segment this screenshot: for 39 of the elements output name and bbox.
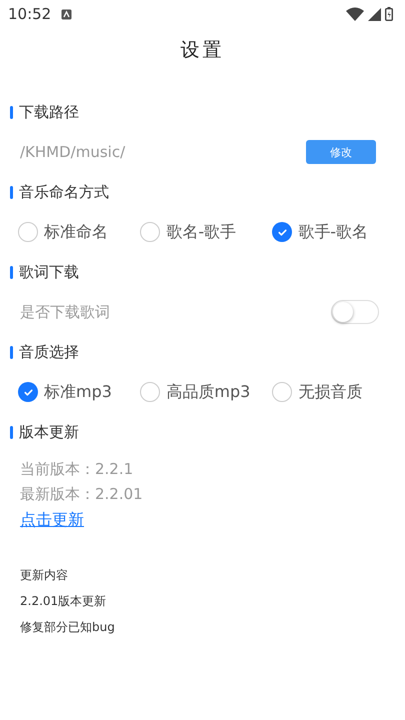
radio-label[interactable]: 高品质mp3 bbox=[166, 382, 250, 402]
toggle-switch[interactable] bbox=[331, 300, 379, 324]
section-heading: 歌词下载 bbox=[19, 262, 79, 282]
section-heading: 下载路径 bbox=[19, 102, 79, 122]
battery-icon bbox=[385, 7, 393, 21]
section-marker bbox=[10, 426, 13, 438]
section-heading: 音乐命名方式 bbox=[19, 182, 109, 202]
notification-icon bbox=[61, 8, 72, 20]
wifi-icon bbox=[346, 7, 364, 21]
download-path: /KHMD/music/ bbox=[20, 143, 126, 161]
radio-button[interactable] bbox=[18, 222, 38, 242]
section-heading: 音质选择 bbox=[19, 342, 79, 362]
radio-label[interactable]: 歌手-歌名 bbox=[298, 222, 368, 242]
update-note: 修复部分已知bug bbox=[20, 619, 116, 636]
update-link[interactable]: 点击更新 bbox=[20, 507, 84, 532]
current-version: 当前版本：2.2.1 bbox=[20, 459, 134, 480]
update-note: 更新内容 bbox=[20, 567, 69, 584]
radio-button[interactable] bbox=[18, 382, 38, 402]
radio-label[interactable]: 标准命名 bbox=[44, 222, 108, 242]
latest-version: 最新版本：2.2.01 bbox=[20, 484, 144, 505]
toggle-label: 是否下载歌词 bbox=[20, 302, 110, 322]
radio-button[interactable] bbox=[272, 222, 292, 242]
page-title: 设置 bbox=[180, 38, 226, 63]
section-marker bbox=[10, 266, 13, 278]
check-icon bbox=[276, 226, 288, 238]
radio-label[interactable]: 歌名-歌手 bbox=[166, 222, 236, 242]
signal-icon bbox=[368, 8, 381, 20]
update-note: 2.2.01版本更新 bbox=[20, 593, 108, 610]
check-icon bbox=[22, 386, 34, 398]
radio-button[interactable] bbox=[140, 222, 160, 242]
section-heading: 版本更新 bbox=[19, 422, 79, 442]
section-marker bbox=[10, 106, 13, 118]
section-marker bbox=[10, 186, 13, 198]
radio-label[interactable]: 无损音质 bbox=[298, 382, 362, 402]
section-marker bbox=[10, 346, 13, 358]
radio-label[interactable]: 标准mp3 bbox=[44, 382, 112, 402]
status-time: 10:52 bbox=[8, 5, 52, 23]
radio-button[interactable] bbox=[140, 382, 160, 402]
radio-button[interactable] bbox=[272, 382, 292, 402]
